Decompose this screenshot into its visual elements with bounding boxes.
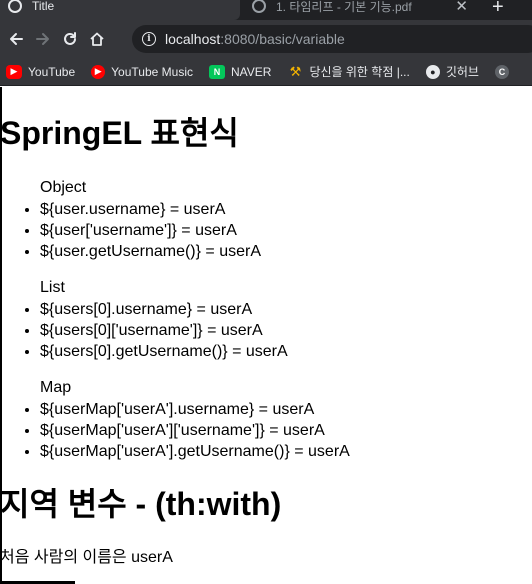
globe-icon: [8, 0, 22, 13]
tab-active[interactable]: Title: [0, 0, 240, 20]
close-icon[interactable]: ✕: [455, 0, 468, 14]
list-item: ${user['username']} = userA: [40, 220, 261, 241]
naver-icon: N: [208, 64, 225, 79]
tab-strip: Title 1. 타임리프 - 기본 기능.pdf ✕ +: [0, 0, 532, 20]
list-item: ${user.getUsername()} = userA: [40, 241, 261, 262]
bookmark-youtube[interactable]: ▶ YouTube: [6, 64, 76, 79]
left-border: [0, 87, 2, 584]
url-host: localhost: [165, 31, 221, 47]
youtube-music-icon: ▶: [91, 64, 106, 79]
list-item: ${users[0].username} = userA: [40, 299, 288, 320]
page-title: SpringEL 표현식: [0, 115, 239, 151]
address-bar[interactable]: i localhost:8080/basic/variable: [132, 25, 532, 53]
list-item: ${users[0].getUsername()} = userA: [40, 341, 288, 362]
c-icon: C: [494, 64, 509, 79]
local-variable-text: 처음 사람의 이름은 userA: [0, 549, 173, 566]
map-list: Map ${userMap['userA'].username} = userA…: [0, 377, 350, 462]
bookmark-grades[interactable]: ⚒ 당신을 위한 학점 |...: [287, 63, 410, 80]
reload-icon: [64, 32, 76, 45]
arrow-right-icon: [36, 33, 49, 45]
list-list: List ${users[0].username} = userA ${user…: [0, 277, 288, 362]
home-icon: [90, 32, 104, 46]
list-item: ${userMap['userA'].username} = userA: [40, 399, 350, 420]
bookmarks-bar: ▶ YouTube ▶ YouTube Music N NAVER ⚒ 당신을 …: [0, 58, 532, 86]
youtube-icon: ▶: [6, 64, 22, 79]
bookmark-label: 당신을 위한 학점 |...: [309, 65, 410, 79]
bookmark-overflow[interactable]: C: [494, 64, 515, 79]
home-button[interactable]: [86, 28, 108, 50]
url-path: :8080/basic/variable: [220, 31, 345, 47]
bookmark-label: YouTube Music: [111, 64, 193, 79]
github-icon: ●: [425, 64, 440, 79]
arrow-left-icon: [10, 33, 23, 45]
forward-button[interactable]: [32, 28, 54, 50]
list-group-label: List: [40, 279, 65, 296]
reload-button[interactable]: [59, 28, 81, 50]
hammer-icon: ⚒: [289, 63, 302, 79]
info-icon[interactable]: i: [142, 32, 156, 46]
tab-title: Title: [32, 0, 55, 13]
page-content: SpringEL 표현식 Object ${user.username} = u…: [0, 87, 532, 584]
bookmark-github[interactable]: ● 깃허브: [425, 63, 479, 80]
list-item: ${userMap['userA'].getUsername()} = user…: [40, 441, 350, 462]
bookmark-label: NAVER: [230, 64, 272, 79]
bookmark-label: YouTube: [28, 64, 76, 79]
list-item: ${users[0]['username']} = userA: [40, 320, 288, 341]
bookmark-naver[interactable]: N NAVER: [208, 64, 272, 79]
back-button[interactable]: [5, 28, 27, 50]
new-tab-button[interactable]: +: [492, 0, 504, 19]
list-item: ${user.username} = userA: [40, 199, 261, 220]
list-group-label: Map: [40, 379, 72, 396]
list-item: ${userMap['userA']['username']} = userA: [40, 420, 350, 441]
globe-icon: [252, 0, 266, 13]
bookmark-label: 깃허브: [445, 65, 479, 79]
tab-pdf[interactable]: 1. 타임리프 - 기본 기능.pdf ✕: [244, 0, 476, 20]
bookmark-youtube-music[interactable]: ▶ YouTube Music: [91, 64, 193, 79]
browser-toolbar: i localhost:8080/basic/variable: [0, 20, 532, 58]
section-heading-local-variable: 지역 변수 - (th:with): [0, 486, 282, 522]
tab-title: 1. 타임리프 - 기본 기능.pdf: [276, 0, 412, 14]
list-group-label: Object: [40, 179, 87, 196]
object-list: Object ${user.username} = userA ${user['…: [0, 177, 261, 262]
